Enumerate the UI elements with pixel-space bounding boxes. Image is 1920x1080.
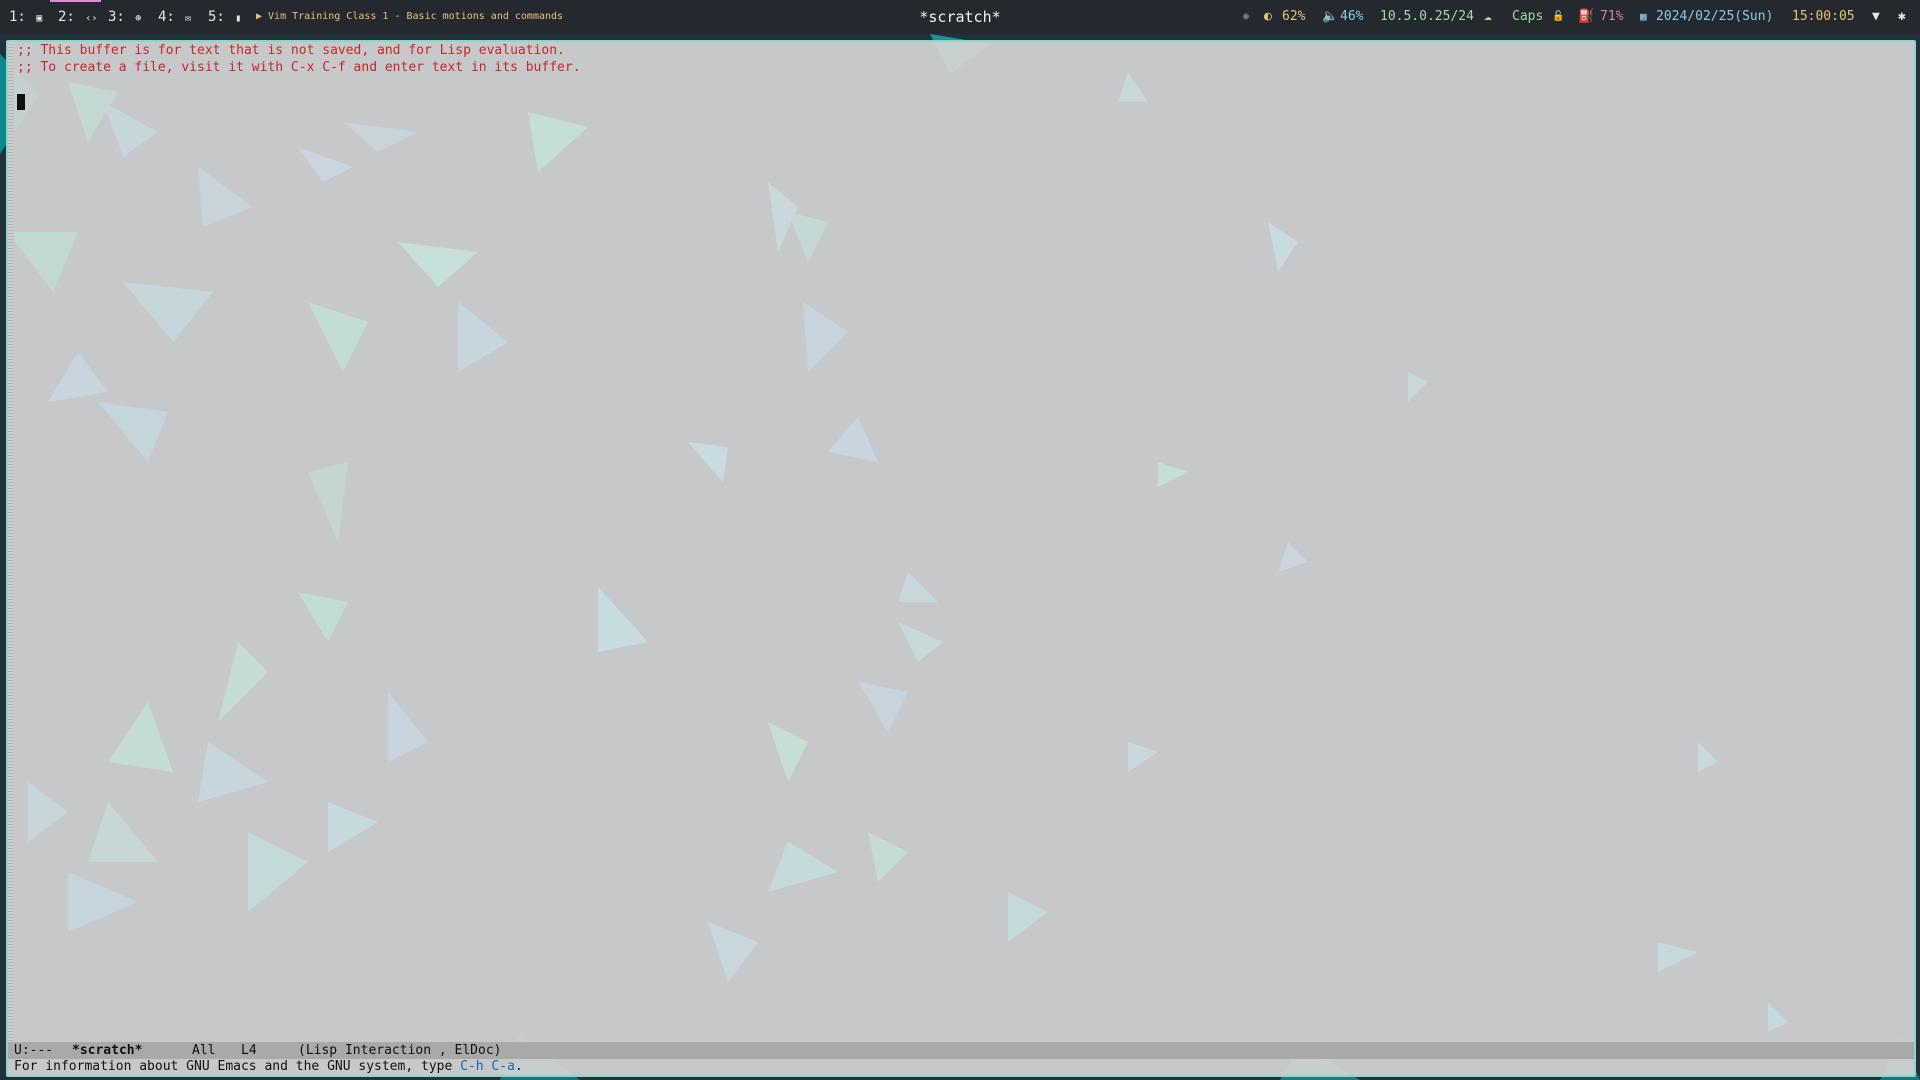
battery-icon: ⛽ bbox=[1578, 9, 1595, 24]
modeline-line-number: L4 bbox=[241, 1043, 257, 1058]
text-cursor bbox=[17, 94, 25, 110]
workspace-2-label: 2: bbox=[58, 9, 75, 25]
network-icon: ☁ bbox=[1484, 9, 1492, 24]
scratch-buffer-text[interactable]: ;; This buffer is for text that is not s… bbox=[17, 42, 1914, 76]
echo-key-binding: C-h C-a bbox=[460, 1059, 515, 1074]
brightness-value[interactable]: 62% bbox=[1282, 0, 1305, 34]
wifi-icon[interactable]: ▼ bbox=[1872, 0, 1880, 34]
volume-value[interactable]: 46% bbox=[1340, 0, 1363, 34]
mail-icon: ✉ bbox=[185, 13, 192, 24]
left-fringe bbox=[8, 42, 14, 1042]
workspace-1-button[interactable]: 1: ▣ bbox=[9, 0, 42, 34]
brightness-icon: ◐ bbox=[1264, 9, 1272, 24]
top-status-bar: 1: ▣ 2: ‹› 3: ⊛ 4: ✉ 5: ▮ ▶ Vim Training… bbox=[0, 0, 1920, 34]
eye-icon: ◉ bbox=[1243, 11, 1250, 22]
buffer-line-1: ;; This buffer is for text that is not s… bbox=[17, 43, 565, 58]
lock-icon: 🔓 bbox=[1552, 11, 1565, 22]
terminal-icon: ▣ bbox=[36, 13, 43, 24]
focused-window-task[interactable]: ▶ Vim Training Class 1 - Basic motions a… bbox=[256, 0, 563, 34]
file-icon: ▮ bbox=[235, 13, 242, 24]
bluetooth-icon[interactable]: ✱ bbox=[1898, 0, 1906, 34]
modeline-buffer-name[interactable]: *scratch* bbox=[72, 1042, 142, 1059]
code-icon: ‹› bbox=[85, 13, 98, 24]
modeline-status: U:--- bbox=[14, 1043, 54, 1058]
workspace-4-label: 4: bbox=[158, 9, 175, 25]
battery-value: 71% bbox=[1600, 9, 1624, 24]
emacs-window[interactable]: ;; This buffer is for text that is not s… bbox=[6, 40, 1916, 1077]
mode-line[interactable]: U:--- *scratch* All L4 (Lisp Interaction… bbox=[8, 1042, 1914, 1059]
date-value[interactable]: 2024/02/25(Sun) bbox=[1656, 0, 1773, 34]
modeline-major-modes[interactable]: (Lisp Interaction , ElDoc) bbox=[298, 1042, 502, 1059]
workspace-5-button[interactable]: 5: ▮ bbox=[208, 0, 241, 34]
calendar-icon: ▦ bbox=[1640, 10, 1647, 23]
caps-lock-indicator: Caps bbox=[1512, 9, 1544, 24]
volume-icon: 🔈 bbox=[1322, 9, 1339, 24]
modeline-position: All bbox=[192, 1043, 216, 1058]
globe-icon: ⊛ bbox=[135, 13, 142, 24]
background-triangles bbox=[8, 72, 1788, 1032]
echo-area[interactable]: For information about GNU Emacs and the … bbox=[8, 1059, 1914, 1075]
echo-text: For information about GNU Emacs and the … bbox=[14, 1059, 461, 1074]
workspace-3-label: 3: bbox=[108, 9, 125, 25]
workspace-1-label: 1: bbox=[9, 9, 26, 25]
workspace-4-button[interactable]: 4: ✉ bbox=[158, 0, 191, 34]
ip-address: 10.5.0.25/24 bbox=[1380, 9, 1474, 24]
workspace-3-button[interactable]: 3: ⊛ bbox=[108, 0, 141, 34]
time-value[interactable]: 15:00:05 bbox=[1792, 0, 1855, 34]
workspace-2-button[interactable]: 2: ‹› bbox=[58, 0, 97, 34]
workspace-5-label: 5: bbox=[208, 9, 225, 25]
echo-suffix: . bbox=[514, 1059, 523, 1074]
buffer-line-2: ;; To create a file, visit it with C-x C… bbox=[17, 60, 581, 75]
